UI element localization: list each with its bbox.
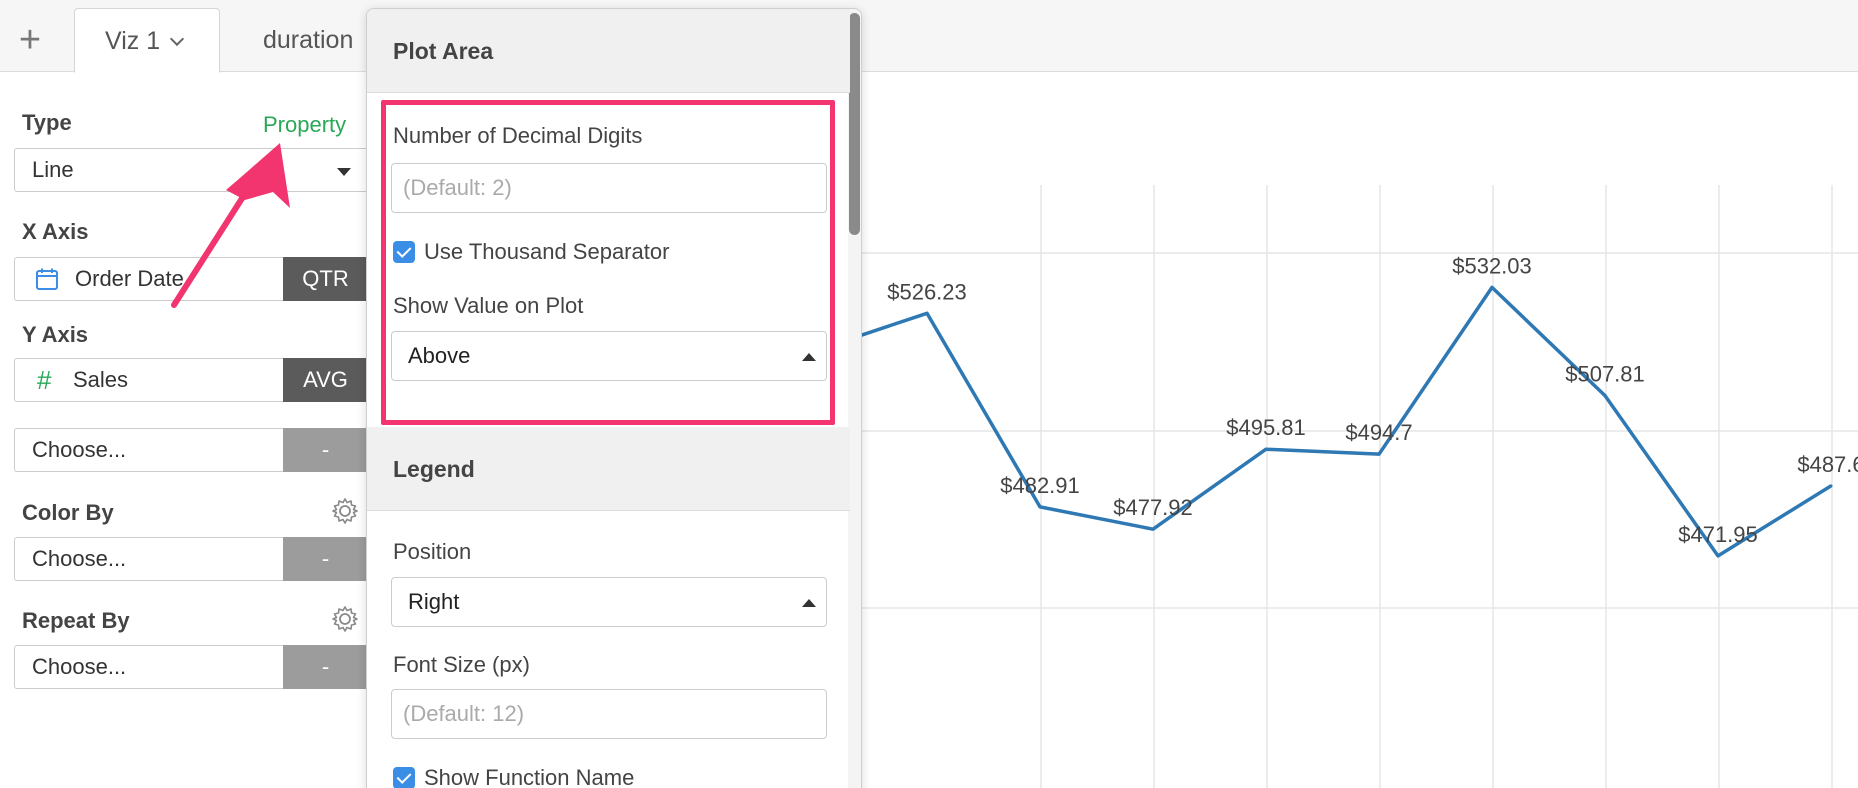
chart-point	[1490, 285, 1494, 289]
hash-icon: #	[37, 365, 52, 395]
color-by-choose-label: Choose...	[32, 546, 127, 571]
chart-point	[1716, 554, 1720, 558]
chart-point	[1603, 394, 1607, 398]
repeat-by-function-button[interactable]: -	[283, 645, 368, 689]
color-by-gear-icon[interactable]	[330, 496, 360, 526]
chart-area: $526.23 $482.91 $477.92 $495.81 $494.7 $532.0…	[860, 73, 1858, 788]
tab-viz-1[interactable]: Viz 1	[74, 8, 220, 73]
chart-point	[1151, 527, 1155, 531]
type-select-value: Line	[32, 157, 74, 182]
tab-duration-label: duration	[263, 26, 354, 54]
chart-point	[925, 311, 929, 315]
legend-title: Legend	[393, 456, 475, 482]
font-size-input[interactable]: (Default: 12)	[391, 689, 827, 739]
chart-point	[1829, 484, 1833, 488]
y-axis-label: Y Axis	[22, 322, 89, 347]
popover-scrollbar-thumb[interactable]	[849, 13, 860, 235]
y-axis-field-label: Sales	[73, 367, 129, 392]
repeat-by-choose-label: Choose...	[32, 654, 127, 679]
caret-down-icon	[337, 168, 351, 176]
font-size-label: Font Size (px)	[393, 652, 530, 677]
tab-bar: + Viz 1 duration	[0, 0, 1858, 73]
add-tab-button[interactable]: +	[12, 21, 48, 59]
chart-data-label: $507.81	[1565, 362, 1645, 387]
chart-data-label: $494.7	[1345, 420, 1412, 445]
chart-data-label: $495.81	[1226, 415, 1306, 440]
chart-point	[1377, 452, 1381, 456]
property-link[interactable]: Property	[263, 112, 346, 138]
chart-point	[1038, 505, 1042, 509]
show-function-name-label[interactable]: Show Function Name	[424, 765, 634, 788]
chart-data-label: $487.6	[1797, 452, 1858, 477]
type-label: Type	[22, 110, 72, 135]
x-axis-label: X Axis	[22, 219, 89, 244]
chart-data-label: $526.23	[887, 279, 967, 304]
extra-axis-choose-label: Choose...	[32, 437, 127, 462]
tab-duration[interactable]: duration	[263, 8, 353, 73]
y-axis-field[interactable]: # Sales	[14, 358, 284, 402]
color-by-choose[interactable]: Choose...	[14, 537, 284, 581]
position-select-value: Right	[408, 589, 460, 614]
annotation-arrow-icon	[171, 143, 290, 308]
color-by-label: Color By	[22, 500, 114, 525]
show-function-name-checkbox[interactable]	[393, 767, 415, 788]
chart-data-label: $532.03	[1452, 253, 1532, 278]
repeat-by-gear-icon[interactable]	[330, 604, 360, 634]
app-window: + Viz 1 duration Type Property Line X Ax…	[0, 0, 1858, 788]
popover-scrollbar[interactable]	[848, 9, 861, 788]
plot-area-title: Plot Area	[393, 38, 494, 64]
y-axis-function-button[interactable]: AVG	[283, 358, 368, 402]
chevron-down-icon[interactable]	[170, 31, 185, 47]
position-select[interactable]: Right	[391, 577, 827, 627]
plot-area-header: Plot Area	[367, 9, 850, 93]
caret-up-icon	[802, 599, 816, 607]
chart-data-label: $482.91	[1000, 473, 1080, 498]
chart-data-label: $471.95	[1678, 522, 1758, 547]
tab-viz-1-label: Viz 1	[105, 27, 161, 55]
position-label: Position	[393, 539, 472, 564]
repeat-by-label: Repeat By	[22, 608, 130, 633]
legend-header: Legend	[367, 427, 850, 511]
line-chart: $526.23 $482.91 $477.92 $495.81 $494.7 $532.0…	[860, 185, 1858, 788]
extra-axis-function-button[interactable]: -	[283, 428, 368, 472]
chart-data-label: $477.92	[1113, 495, 1193, 520]
annotation-highlight-box	[381, 100, 835, 425]
extra-axis-choose[interactable]: Choose...	[14, 428, 284, 472]
property-popover: Plot Area Number of Decimal Digits (Defa…	[366, 8, 862, 788]
color-by-function-button[interactable]: -	[283, 537, 368, 581]
chart-point	[1264, 447, 1268, 451]
repeat-by-choose[interactable]: Choose...	[14, 645, 284, 689]
calendar-icon	[36, 268, 58, 290]
font-size-placeholder: (Default: 12)	[403, 701, 525, 726]
